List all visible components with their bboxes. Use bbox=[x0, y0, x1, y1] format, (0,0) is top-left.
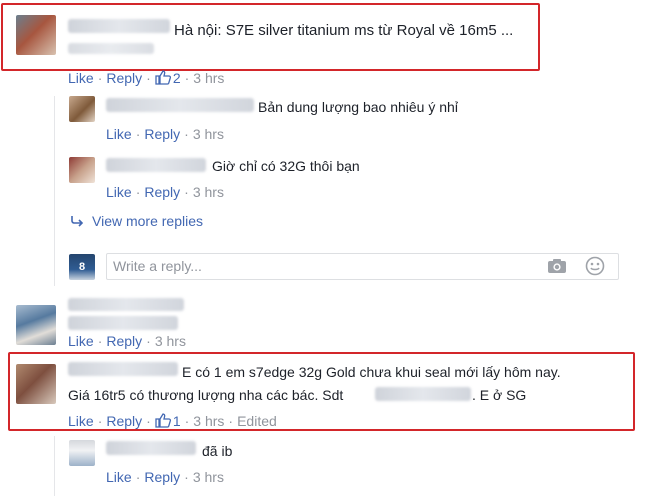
avatar[interactable] bbox=[69, 96, 95, 122]
reply-actions: Like · Reply · 3 hrs bbox=[106, 126, 224, 142]
edited-label[interactable]: Edited bbox=[237, 413, 277, 429]
avatar[interactable] bbox=[69, 440, 95, 466]
commenter-name-redacted bbox=[68, 298, 184, 311]
timestamp[interactable]: 3 hrs bbox=[193, 469, 224, 485]
reply-text: Giờ chỉ có 32G thôi bạn bbox=[212, 158, 360, 174]
reply-actions: Like · Reply · 3 hrs bbox=[106, 469, 224, 485]
reply-link[interactable]: Reply bbox=[144, 126, 180, 142]
reply-link[interactable]: Reply bbox=[144, 469, 180, 485]
reply-actions: Like · Reply · 3 hrs bbox=[106, 184, 224, 200]
like-count[interactable]: 1 bbox=[155, 413, 181, 429]
like-link[interactable]: Like bbox=[68, 70, 94, 86]
timestamp[interactable]: 3 hrs bbox=[193, 413, 224, 429]
reply-input-placeholder: Write a reply... bbox=[113, 258, 202, 274]
commenter-name-redacted bbox=[106, 441, 196, 455]
like-link[interactable]: Like bbox=[68, 333, 94, 349]
like-link[interactable]: Like bbox=[106, 126, 132, 142]
reply-link[interactable]: Reply bbox=[106, 413, 142, 429]
reply-link[interactable]: Reply bbox=[106, 333, 142, 349]
avatar: 8 bbox=[69, 254, 95, 280]
comment-actions: Like · Reply · 2 · 3 hrs bbox=[68, 70, 225, 86]
redacted-line bbox=[68, 316, 178, 330]
reply-link[interactable]: Reply bbox=[144, 184, 180, 200]
timestamp[interactable]: 3 hrs bbox=[193, 70, 224, 86]
like-thumb-icon bbox=[155, 70, 171, 85]
commenter-name-redacted bbox=[106, 98, 254, 112]
avatar[interactable] bbox=[16, 305, 56, 345]
emoji-icon[interactable] bbox=[585, 256, 605, 276]
commenter-name-redacted bbox=[106, 158, 206, 172]
like-link[interactable]: Like bbox=[106, 469, 132, 485]
like-thumb-icon bbox=[155, 413, 171, 428]
reply-link[interactable]: Reply bbox=[106, 70, 142, 86]
highlight-box bbox=[1, 3, 540, 71]
like-link[interactable]: Like bbox=[68, 413, 94, 429]
like-count[interactable]: 2 bbox=[155, 70, 181, 86]
reply-arrow-icon bbox=[71, 216, 84, 227]
reply-text: đã ib bbox=[202, 443, 233, 459]
timestamp[interactable]: 3 hrs bbox=[193, 126, 224, 142]
avatar[interactable] bbox=[69, 157, 95, 183]
reply-text: Bản dung lượng bao nhiêu ý nhỉ bbox=[258, 99, 458, 115]
like-link[interactable]: Like bbox=[106, 184, 132, 200]
timestamp[interactable]: 3 hrs bbox=[193, 184, 224, 200]
thread-line bbox=[54, 436, 55, 496]
timestamp[interactable]: 3 hrs bbox=[155, 333, 186, 349]
comment-actions: Like · Reply · 3 hrs bbox=[68, 333, 186, 349]
camera-icon[interactable] bbox=[547, 258, 567, 274]
view-more-replies[interactable]: View more replies bbox=[70, 213, 203, 229]
comment-actions: Like · Reply · 1 · 3 hrs · Edited bbox=[68, 413, 277, 429]
thread-line bbox=[54, 96, 55, 286]
